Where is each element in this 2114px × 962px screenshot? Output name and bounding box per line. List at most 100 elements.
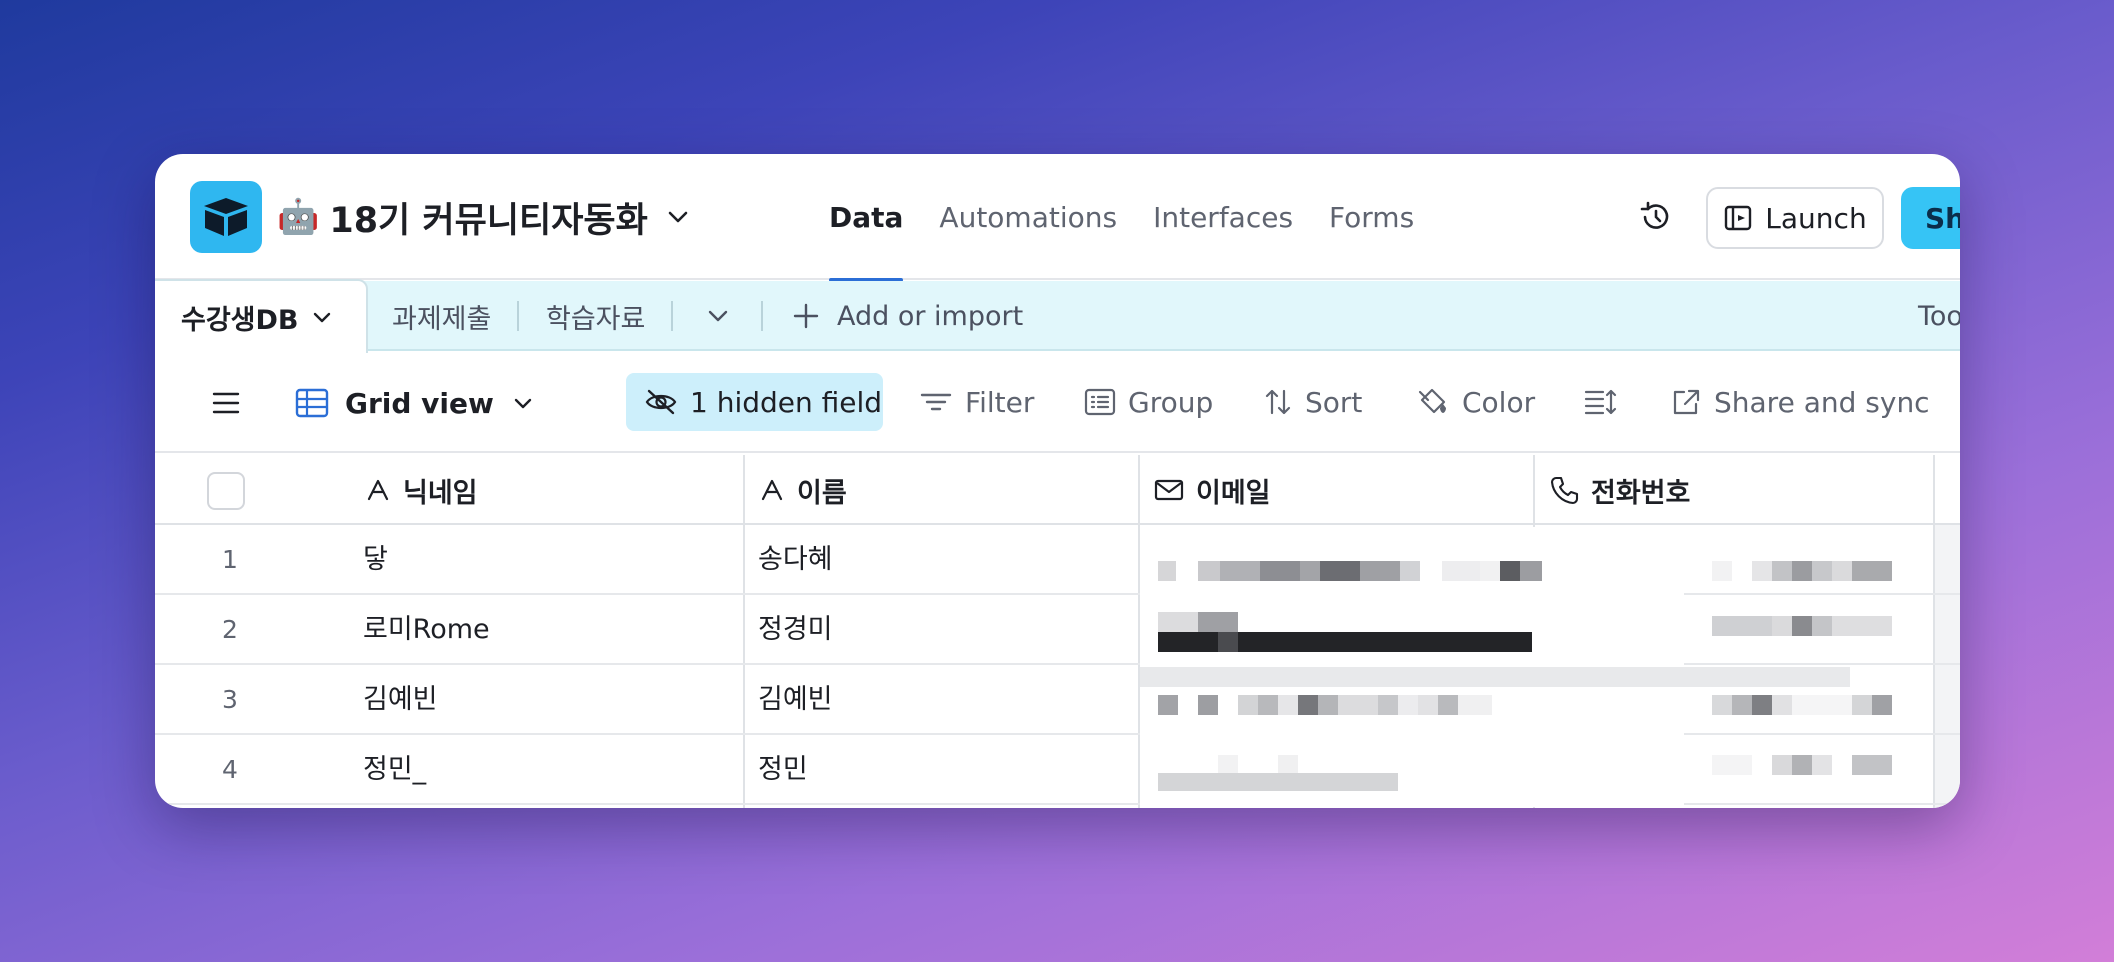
more-tables-chevron-icon[interactable]	[703, 301, 733, 331]
redacted-pixel	[1360, 561, 1400, 581]
cell-name[interactable]: 송다혜	[758, 525, 833, 595]
redacted-pixel	[1278, 695, 1298, 715]
select-all-checkbox[interactable]	[207, 472, 245, 510]
redacted-pixel	[1378, 695, 1398, 715]
row-height-button[interactable]	[1583, 373, 1617, 431]
column-header-email[interactable]: 이메일	[1154, 455, 1271, 525]
redacted-pixel	[1298, 695, 1318, 715]
redacted-pixel	[1198, 561, 1220, 581]
column-header-nickname[interactable]: 닉네임	[365, 455, 478, 525]
share-and-sync-button[interactable]: Share and sync	[1670, 373, 1930, 431]
color-button[interactable]: Color	[1416, 373, 1535, 431]
add-or-import-label: Add or import	[837, 300, 1024, 332]
airtable-logo[interactable]	[190, 181, 262, 253]
tab-data[interactable]: Data	[829, 154, 904, 282]
group-button[interactable]: Group	[1084, 373, 1213, 431]
share-label: Sh	[1925, 201, 1960, 235]
redacted-pixel	[1500, 561, 1520, 581]
view-toolbar: Grid view 1 hidden field Filter Group So…	[155, 353, 1960, 453]
redacted-pixel	[1812, 561, 1832, 581]
redacted-pixel	[1792, 561, 1812, 581]
table-row[interactable]: 2 로미Rome 정경미	[155, 595, 1960, 665]
redacted-pixel	[1198, 612, 1238, 632]
redacted-pixel	[1712, 561, 1732, 581]
table-row[interactable]: 4 정민_ 정민	[155, 735, 1960, 805]
column-header-name[interactable]: 이름	[759, 455, 847, 525]
text-field-icon	[367, 479, 389, 501]
redacted-pixel	[1772, 561, 1792, 581]
tab-divider	[761, 301, 763, 331]
redacted-pixel	[1300, 561, 1320, 581]
view-name: Grid view	[345, 386, 494, 420]
redacted-pixel	[1238, 695, 1258, 715]
filter-button[interactable]: Filter	[919, 373, 1034, 431]
redacted-pixel	[1400, 561, 1420, 581]
cell-nickname[interactable]: 김예빈	[363, 665, 438, 735]
cell-nickname[interactable]: 정민_	[363, 735, 426, 805]
redacted-pixel	[1772, 695, 1792, 715]
redacted-pixel	[1712, 616, 1772, 636]
redacted-pixel	[1752, 695, 1772, 715]
share-and-sync-label: Share and sync	[1714, 385, 1930, 419]
history-icon[interactable]	[1637, 198, 1675, 236]
redacted-pixel	[1872, 695, 1892, 715]
add-or-import-button[interactable]: Add or import	[791, 281, 1023, 351]
hidden-fields-label: 1 hidden field	[690, 385, 883, 419]
redacted-pixel	[1442, 561, 1480, 581]
redacted-pixel	[1792, 695, 1852, 715]
redacted-pixel	[1158, 632, 1532, 652]
redacted-pixel	[1258, 695, 1278, 715]
column-name: 닉네임	[403, 477, 478, 509]
redacted-pixel	[1792, 616, 1812, 636]
cell-name[interactable]: 정민	[758, 735, 808, 805]
redacted-pixel	[1218, 755, 1238, 773]
tab-forms[interactable]: Forms	[1329, 154, 1414, 280]
table-tab-label: 수강생DB	[181, 304, 299, 336]
redacted-pixel	[1418, 695, 1438, 715]
base-title[interactable]: 🤖 18기 커뮤니티자동화	[277, 190, 692, 244]
launch-button[interactable]: Launch	[1706, 187, 1884, 249]
email-icon	[1154, 479, 1184, 501]
hidden-fields-button[interactable]: 1 hidden field	[626, 373, 883, 431]
data-grid: 닉네임 이름 이메일 전화번호 1 닿 송다혜 2 로미Rome 정경미 3 김…	[155, 455, 1960, 808]
table-tab-assignments[interactable]: 과제제출	[392, 281, 491, 351]
row-number: 1	[222, 545, 238, 574]
sort-button[interactable]: Sort	[1263, 373, 1362, 431]
redacted-pixel	[1220, 561, 1260, 581]
redacted-pixel	[1520, 561, 1542, 581]
redacted-pixel	[1812, 616, 1832, 636]
table-row[interactable]: 1 닿 송다혜	[155, 525, 1960, 595]
hamburger-menu-icon[interactable]	[210, 387, 242, 419]
cell-name[interactable]: 김예빈	[758, 665, 833, 735]
chevron-down-icon	[514, 398, 532, 409]
group-label: Group	[1128, 385, 1214, 419]
base-name: 18기 커뮤니티자동화	[329, 200, 648, 241]
redacted-pixel	[1852, 561, 1892, 581]
redacted-pixel	[1852, 755, 1892, 775]
redacted-pixel	[1480, 561, 1500, 581]
view-switcher[interactable]: Grid view	[295, 381, 536, 425]
row-height-icon	[1584, 389, 1617, 415]
column-header-phone[interactable]: 전화번호	[1549, 455, 1690, 525]
tools-menu[interactable]: Too	[1918, 281, 1960, 351]
main-nav-tabs: Data Automations Interfaces Forms	[829, 154, 1414, 282]
redacted-pixel	[1832, 616, 1892, 636]
cell-name[interactable]: 정경미	[758, 595, 833, 665]
tab-automations[interactable]: Automations	[939, 154, 1117, 280]
tab-interfaces[interactable]: Interfaces	[1153, 154, 1293, 280]
redacted-pixel	[1338, 695, 1378, 715]
column-name: 이름	[797, 477, 847, 509]
redacted-pixel	[1158, 773, 1398, 791]
column-name: 이메일	[1196, 477, 1271, 509]
cell-nickname[interactable]: 로미Rome	[363, 595, 490, 665]
table-tab-active[interactable]: 수강생DB	[155, 279, 368, 353]
share-button[interactable]: Sh	[1901, 187, 1960, 249]
redacted-pixel	[1712, 755, 1752, 775]
redacted-pixel	[1458, 695, 1492, 715]
table-tab-materials[interactable]: 학습자료	[546, 281, 645, 351]
redacted-pixel	[1158, 612, 1198, 632]
redacted-pixel	[1158, 695, 1178, 715]
redacted-pixel	[1712, 695, 1732, 715]
cell-nickname[interactable]: 닿	[363, 525, 388, 595]
redacted-pixel	[1832, 561, 1852, 581]
